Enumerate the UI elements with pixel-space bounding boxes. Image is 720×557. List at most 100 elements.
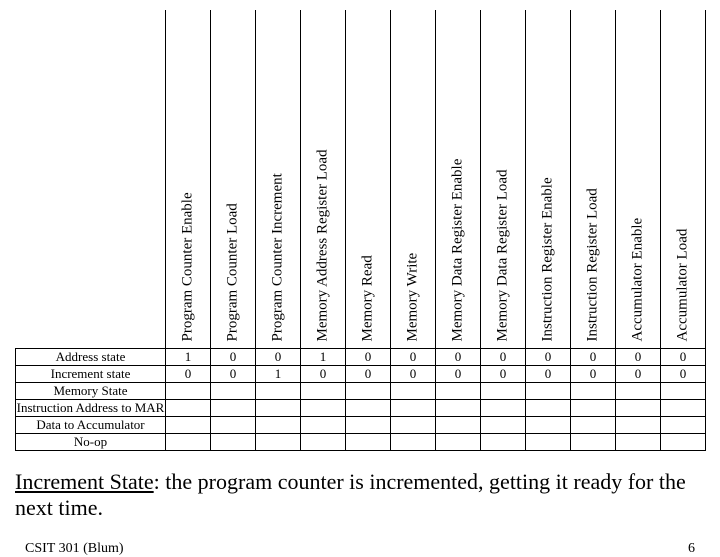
col-header: Memory Data Register Enable	[436, 10, 481, 349]
corner-cell	[16, 10, 166, 349]
caption-bold: Increment State	[15, 469, 154, 494]
cell	[346, 383, 391, 400]
row-label: Address state	[16, 349, 166, 366]
table-row: Address state 1 0 0 1 0 0 0 0 0 0 0 0	[16, 349, 706, 366]
cell	[256, 434, 301, 451]
cell: 0	[616, 349, 661, 366]
cell	[436, 434, 481, 451]
cell	[166, 434, 211, 451]
row-label: Data to Accumulator	[16, 417, 166, 434]
cell	[256, 383, 301, 400]
cell: 0	[571, 349, 616, 366]
caption: Increment State: the program counter is …	[15, 469, 705, 521]
table-row: Memory State	[16, 383, 706, 400]
row-label: Instruction Address to MAR	[16, 400, 166, 417]
cell	[301, 417, 346, 434]
cell	[481, 383, 526, 400]
col-header: Program Counter Increment	[256, 10, 301, 349]
cell: 1	[166, 349, 211, 366]
row-label: Memory State	[16, 383, 166, 400]
cell	[436, 383, 481, 400]
cell	[436, 417, 481, 434]
col-header: Memory Data Register Load	[481, 10, 526, 349]
col-header: Memory Write	[391, 10, 436, 349]
cell	[571, 434, 616, 451]
cell: 0	[661, 349, 706, 366]
cell	[571, 400, 616, 417]
table-row: Increment state 0 0 1 0 0 0 0 0 0 0 0 0	[16, 366, 706, 383]
cell	[211, 400, 256, 417]
table-row: Data to Accumulator	[16, 417, 706, 434]
cell: 0	[436, 349, 481, 366]
footer-author: CSIT 301 (Blum)	[25, 541, 124, 557]
cell	[391, 400, 436, 417]
page-number: 6	[688, 541, 695, 557]
cell	[526, 383, 571, 400]
cell: 0	[301, 366, 346, 383]
cell: 0	[211, 366, 256, 383]
cell	[526, 434, 571, 451]
cell	[301, 434, 346, 451]
cell	[211, 383, 256, 400]
cell: 0	[211, 349, 256, 366]
cell	[526, 417, 571, 434]
cell: 0	[346, 366, 391, 383]
cell: 0	[571, 366, 616, 383]
col-header: Program Counter Load	[211, 10, 256, 349]
cell	[661, 434, 706, 451]
cell: 0	[256, 349, 301, 366]
cell: 1	[301, 349, 346, 366]
cell	[616, 417, 661, 434]
cell: 0	[481, 366, 526, 383]
cell	[346, 417, 391, 434]
cell: 0	[436, 366, 481, 383]
cell	[391, 417, 436, 434]
cell	[481, 400, 526, 417]
cell	[661, 383, 706, 400]
cell	[346, 400, 391, 417]
cell: 0	[661, 366, 706, 383]
cell	[166, 400, 211, 417]
cell	[616, 434, 661, 451]
cell	[526, 400, 571, 417]
col-header: Accumulator Load	[661, 10, 706, 349]
cell	[481, 417, 526, 434]
table-row: Instruction Address to MAR	[16, 400, 706, 417]
col-header: Instruction Register Enable	[526, 10, 571, 349]
cell	[256, 417, 301, 434]
cell: 0	[166, 366, 211, 383]
cell: 1	[256, 366, 301, 383]
cell: 0	[391, 349, 436, 366]
col-header: Instruction Register Load	[571, 10, 616, 349]
row-label: Increment state	[16, 366, 166, 383]
cell: 0	[526, 366, 571, 383]
cell	[166, 417, 211, 434]
cell	[616, 400, 661, 417]
footer: CSIT 301 (Blum) 6	[15, 541, 705, 557]
cell	[661, 400, 706, 417]
col-header: Memory Address Register Load	[301, 10, 346, 349]
cell: 0	[526, 349, 571, 366]
cell	[616, 383, 661, 400]
col-header: Memory Read	[346, 10, 391, 349]
cell: 0	[391, 366, 436, 383]
cell	[436, 400, 481, 417]
row-label: No-op	[16, 434, 166, 451]
state-signal-table: Program Counter Enable Program Counter L…	[15, 10, 706, 451]
table-row: No-op	[16, 434, 706, 451]
cell	[391, 434, 436, 451]
cell	[211, 434, 256, 451]
cell	[571, 383, 616, 400]
col-header: Accumulator Enable	[616, 10, 661, 349]
cell	[481, 434, 526, 451]
cell	[301, 383, 346, 400]
cell	[211, 417, 256, 434]
cell	[256, 400, 301, 417]
col-header: Program Counter Enable	[166, 10, 211, 349]
cell	[166, 383, 211, 400]
cell	[346, 434, 391, 451]
cell	[391, 383, 436, 400]
cell	[301, 400, 346, 417]
cell: 0	[346, 349, 391, 366]
cell	[571, 417, 616, 434]
